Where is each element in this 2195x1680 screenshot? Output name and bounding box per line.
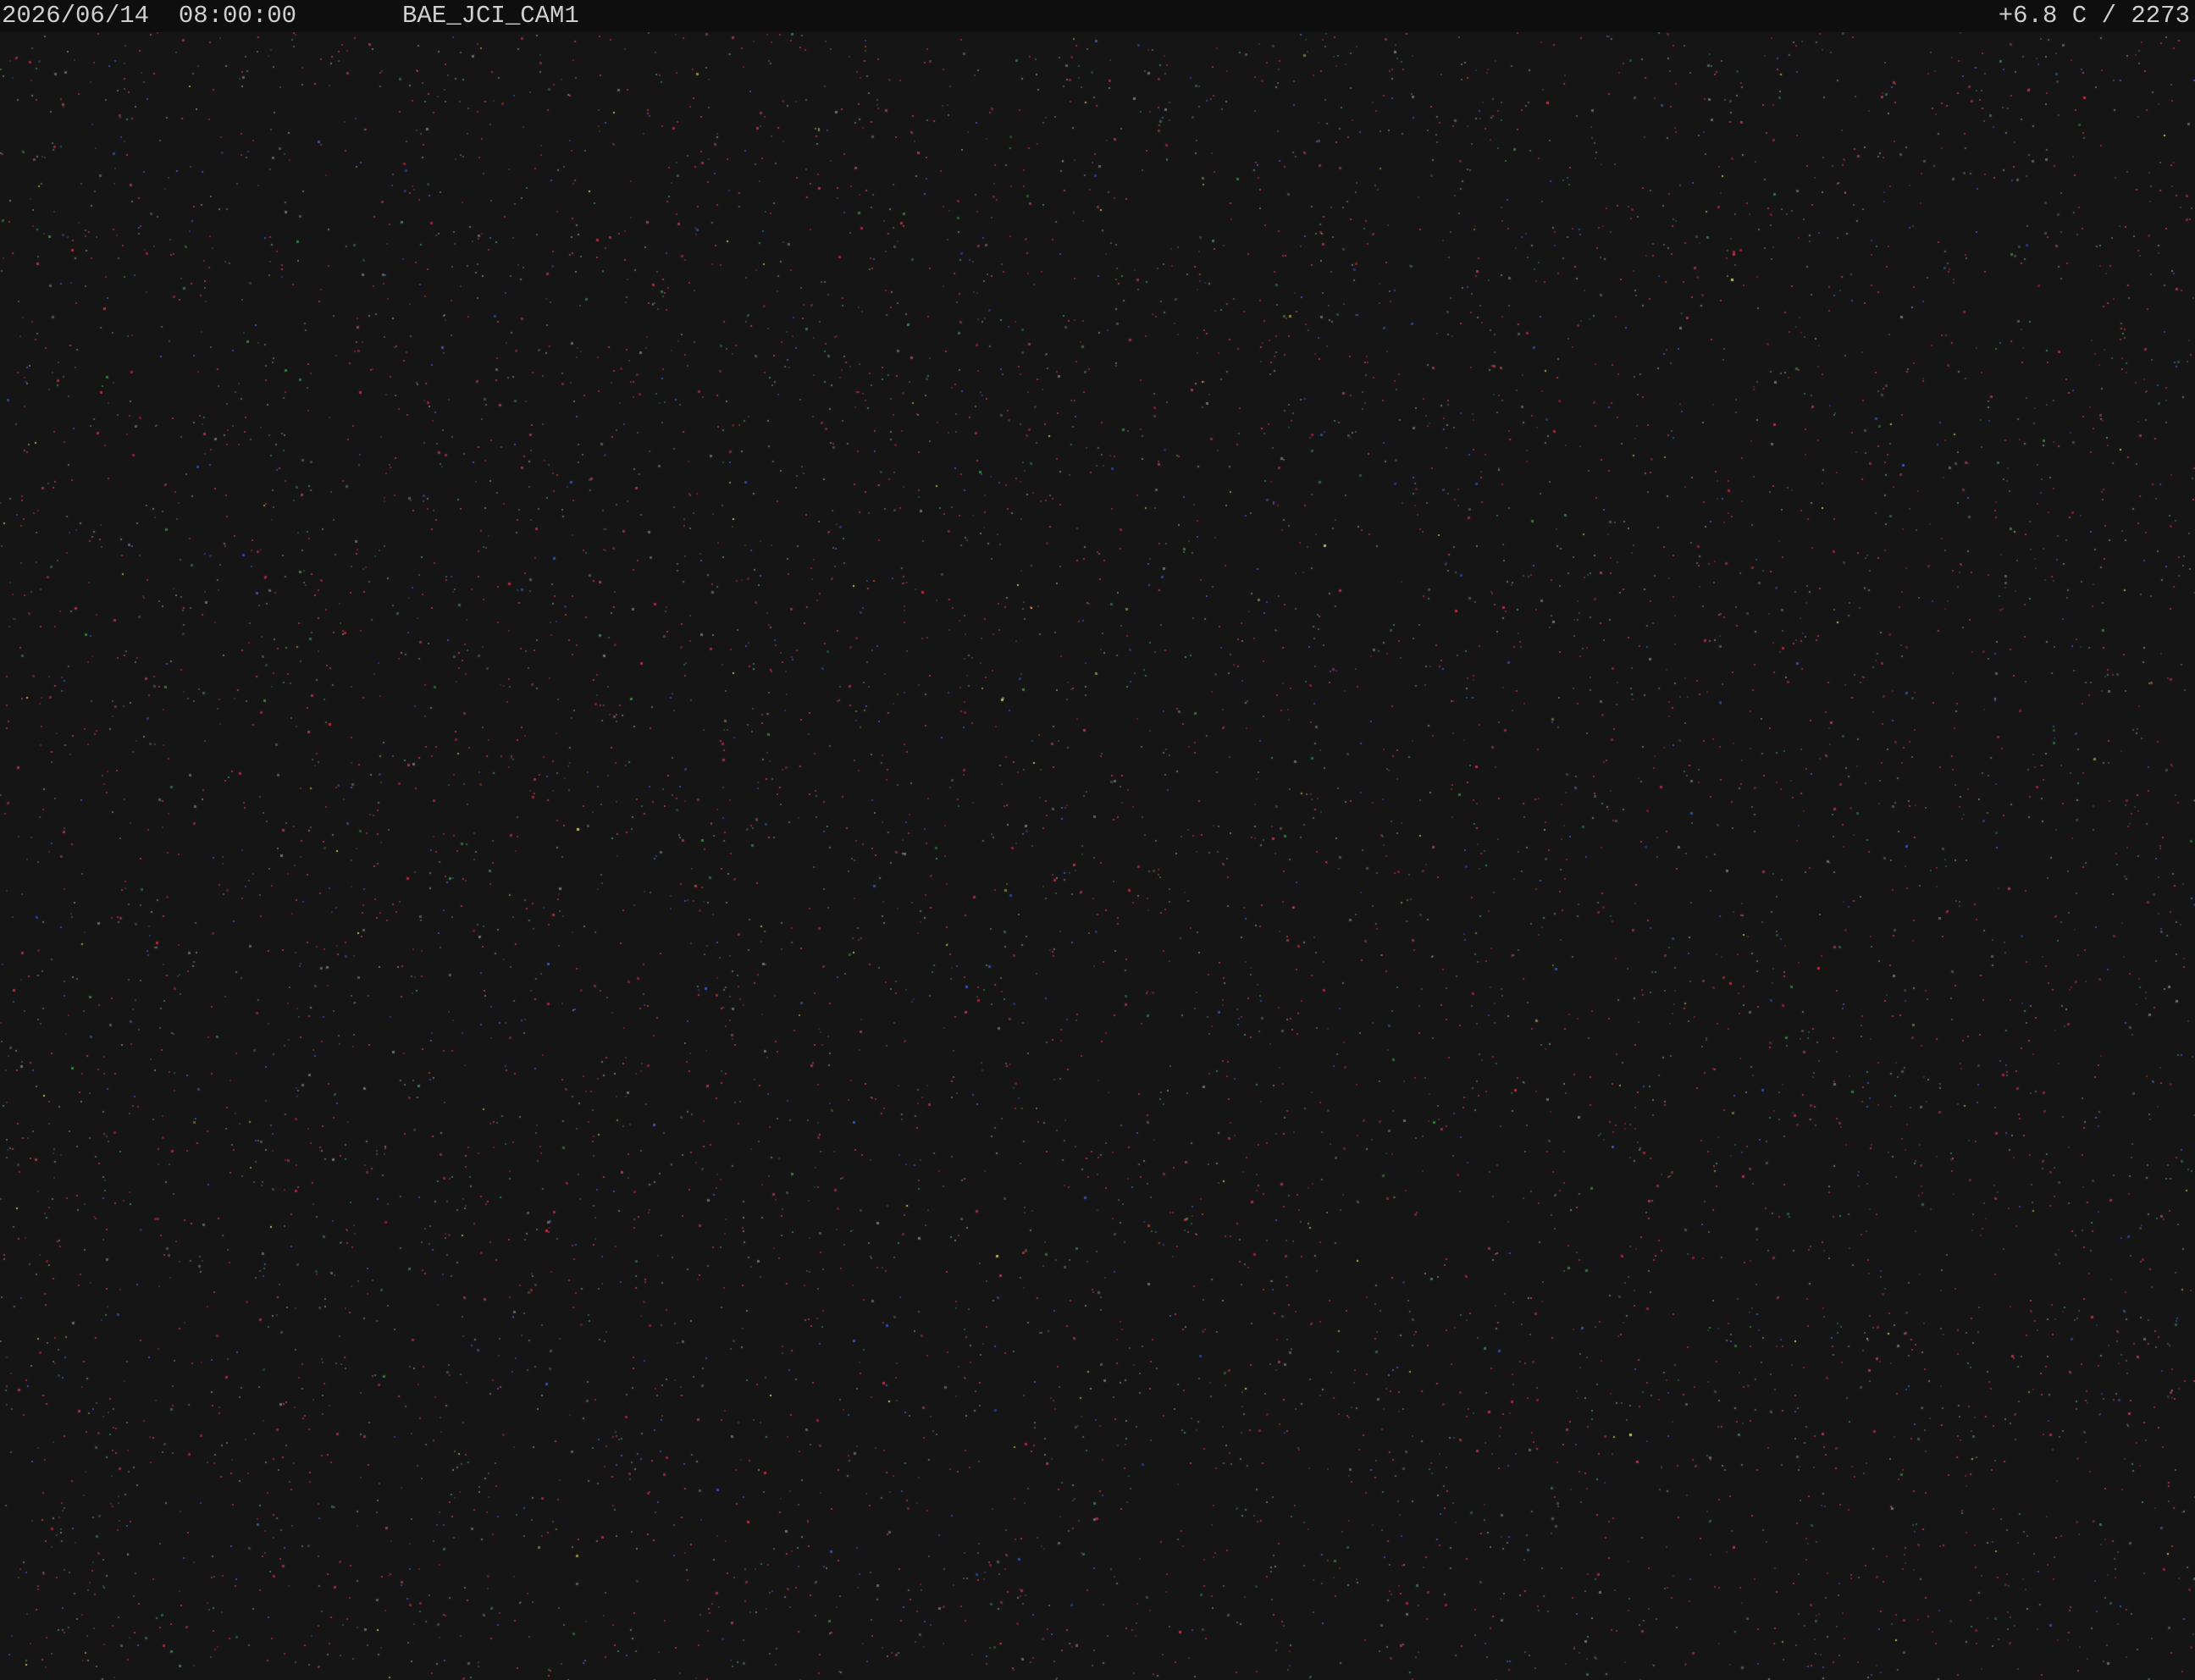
timestamp-label: 2026/06/14 08:00:00 bbox=[2, 2, 297, 30]
camera-frame: 2026/06/14 08:00:00 BAE_JCI_CAM1 +6.8 C … bbox=[0, 0, 2195, 1680]
sensor-readout-label: +6.8 C / 2273 bbox=[1998, 2, 2190, 30]
overlay-header-bar: 2026/06/14 08:00:00 BAE_JCI_CAM1 +6.8 C … bbox=[0, 0, 2195, 32]
camera-id-label: BAE_JCI_CAM1 bbox=[402, 2, 579, 30]
sensor-noise-image bbox=[0, 32, 2195, 1680]
